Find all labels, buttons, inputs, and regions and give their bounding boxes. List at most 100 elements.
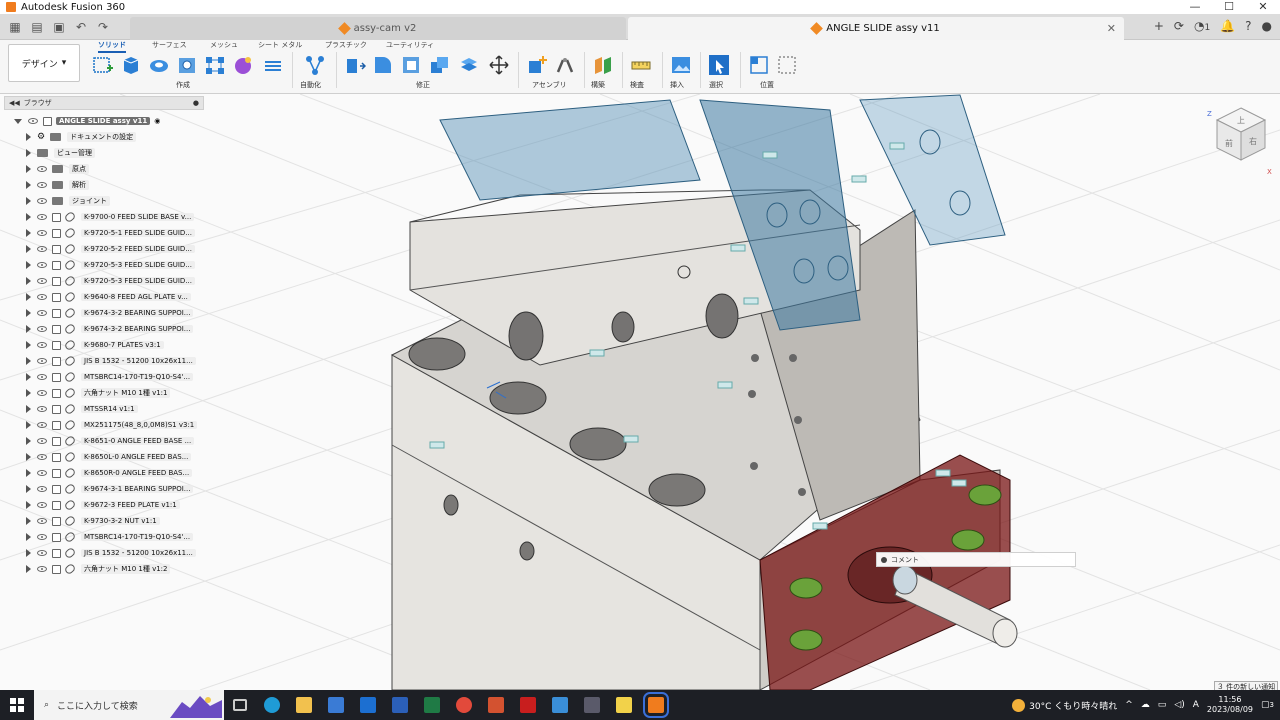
expand-icon[interactable] [26, 437, 31, 445]
expand-icon[interactable] [26, 325, 31, 333]
visibility-eye-icon[interactable] [37, 470, 47, 476]
visibility-eye-icon[interactable] [37, 294, 47, 300]
collapse-browser-icon[interactable]: ◀◀ [9, 99, 20, 107]
derive-icon[interactable] [262, 54, 284, 76]
powerpoint-icon[interactable] [480, 690, 512, 720]
expand-icon[interactable] [26, 501, 31, 509]
add-comment-icon[interactable] [881, 556, 887, 563]
visibility-eye-icon[interactable] [37, 502, 47, 508]
start-button[interactable] [0, 690, 34, 720]
expand-icon[interactable] [26, 533, 31, 541]
visibility-eye-icon[interactable] [37, 358, 47, 364]
group-automate[interactable]: 自動化 [300, 80, 321, 90]
undo-icon[interactable]: ↶ [72, 18, 90, 36]
workspace-switcher[interactable]: デザイン ▾ [8, 44, 80, 82]
group-insert[interactable]: 挿入 [670, 80, 684, 90]
action-center-icon[interactable]: ▢3 [1261, 700, 1274, 710]
expand-icon[interactable] [26, 357, 31, 365]
apps-grid-icon[interactable]: ▦ [6, 18, 24, 36]
visibility-eye-icon[interactable] [37, 182, 47, 188]
network-icon[interactable]: ☁ [1141, 700, 1150, 710]
fusion360-taskbar-icon[interactable] [640, 690, 672, 720]
visibility-eye-icon[interactable] [37, 262, 47, 268]
visibility-eye-icon[interactable] [37, 550, 47, 556]
pattern-icon[interactable] [204, 54, 226, 76]
expand-icon[interactable] [26, 405, 31, 413]
revolve-icon[interactable] [148, 54, 170, 76]
chrome-icon[interactable] [448, 690, 480, 720]
notifications-bell-icon[interactable]: 🔔 [1220, 19, 1235, 33]
save-icon[interactable]: ▣ [50, 18, 68, 36]
expand-icon[interactable] [26, 341, 31, 349]
expand-icon[interactable] [26, 133, 31, 141]
tree-component[interactable]: K-8650L-0 ANGLE FEED BAS... [26, 450, 192, 464]
pin-icon[interactable]: ● [193, 99, 199, 107]
tree-folder[interactable]: ジョイント [26, 194, 110, 208]
ribbon-tab-surface[interactable]: サーフェス [152, 40, 187, 50]
tree-component[interactable]: K-9720-5-3 FEED SLIDE GUID... [26, 258, 195, 272]
speaker-icon[interactable]: ◁) [1174, 700, 1184, 710]
new-component-icon[interactable] [526, 54, 548, 76]
visibility-eye-icon[interactable] [37, 374, 47, 380]
offset-face-icon[interactable] [458, 54, 480, 76]
expand-icon[interactable] [26, 517, 31, 525]
visibility-eye-icon[interactable] [37, 342, 47, 348]
visibility-eye-icon[interactable] [37, 534, 47, 540]
ribbon-tab-utility[interactable]: ユーティリティ [386, 40, 434, 50]
select-icon[interactable] [708, 54, 730, 76]
close-button[interactable]: ✕ [1246, 0, 1280, 14]
expand-icon[interactable] [26, 229, 31, 237]
tree-folder[interactable]: ⚙ ドキュメントの設定 [26, 130, 137, 144]
visibility-eye-icon[interactable] [37, 518, 47, 524]
job-status-icon[interactable]: ◔1 [1194, 19, 1210, 33]
expand-icon[interactable] [26, 565, 31, 573]
expand-icon[interactable] [26, 213, 31, 221]
group-position[interactable]: 位置 [760, 80, 774, 90]
group-inspect[interactable]: 検査 [630, 80, 644, 90]
tree-component[interactable]: MTSBRC14-170-T19-Q10-S4'... [26, 530, 194, 544]
tree-component[interactable]: JIS B 1532 - 51200 10x26x11... [26, 354, 196, 368]
tab-angle-slide[interactable]: ANGLE SLIDE assy v11 ✕ [628, 17, 1124, 40]
weather-widget[interactable]: 30°C くもり時々晴れ [1012, 698, 1117, 712]
expand-icon[interactable] [26, 149, 31, 157]
expand-icon[interactable] [14, 118, 22, 124]
excel-icon[interactable] [416, 690, 448, 720]
insert-image-icon[interactable] [670, 54, 692, 76]
align-icon[interactable] [748, 54, 770, 76]
tree-component[interactable]: K-9674-3-2 BEARING SUPPOI... [26, 306, 194, 320]
tree-folder[interactable]: 原点 [26, 162, 89, 176]
expand-icon[interactable] [26, 373, 31, 381]
move-icon[interactable] [488, 54, 510, 76]
file-menu-icon[interactable]: ▤ [28, 18, 46, 36]
tree-component[interactable]: K-9720-5-3 FEED SLIDE GUID... [26, 274, 195, 288]
visibility-eye-icon[interactable] [37, 310, 47, 316]
expand-icon[interactable] [26, 293, 31, 301]
expand-icon[interactable] [26, 277, 31, 285]
acrobat-icon[interactable] [512, 690, 544, 720]
tree-component[interactable]: K-9730-3-2 NUT v1:1 [26, 514, 160, 528]
visibility-eye-icon[interactable] [37, 326, 47, 332]
expand-icon[interactable] [26, 245, 31, 253]
combine-icon[interactable] [428, 54, 450, 76]
tab-assy-cam[interactable]: assy-cam v2 [130, 17, 626, 40]
taskbar-search-box[interactable]: ⌕ ここに入力して検索 [34, 690, 224, 720]
tree-component[interactable]: K-9674-3-1 BEARING SUPPOI... [26, 482, 194, 496]
press-pull-icon[interactable] [344, 54, 366, 76]
tree-component[interactable]: K-9720-5-2 FEED SLIDE GUID... [26, 242, 195, 256]
measure-icon[interactable] [630, 54, 652, 76]
group-select[interactable]: 選択 [709, 80, 723, 90]
group-create[interactable]: 作成 [176, 80, 190, 90]
group-modify[interactable]: 修正 [416, 80, 430, 90]
activate-radio-icon[interactable]: ◉ [154, 117, 160, 125]
tree-folder[interactable]: ビュー管理 [26, 146, 95, 160]
tree-component[interactable]: JIS B 1532 - 51200 10x26x11... [26, 546, 196, 560]
tray-chevron-icon[interactable]: ^ [1125, 700, 1133, 710]
tree-component[interactable]: K-9674-3-2 BEARING SUPPOI... [26, 322, 194, 336]
profile-icon[interactable]: ● [1262, 19, 1272, 33]
ribbon-tab-solid[interactable]: ソリッド [98, 40, 126, 53]
maximize-button[interactable]: ☐ [1212, 0, 1246, 14]
new-tab-icon[interactable]: + [1154, 19, 1164, 33]
visibility-eye-icon[interactable] [37, 566, 47, 572]
ribbon-tab-plastic[interactable]: プラスチック [325, 40, 367, 50]
extensions-icon[interactable]: ⟳ [1174, 19, 1184, 33]
